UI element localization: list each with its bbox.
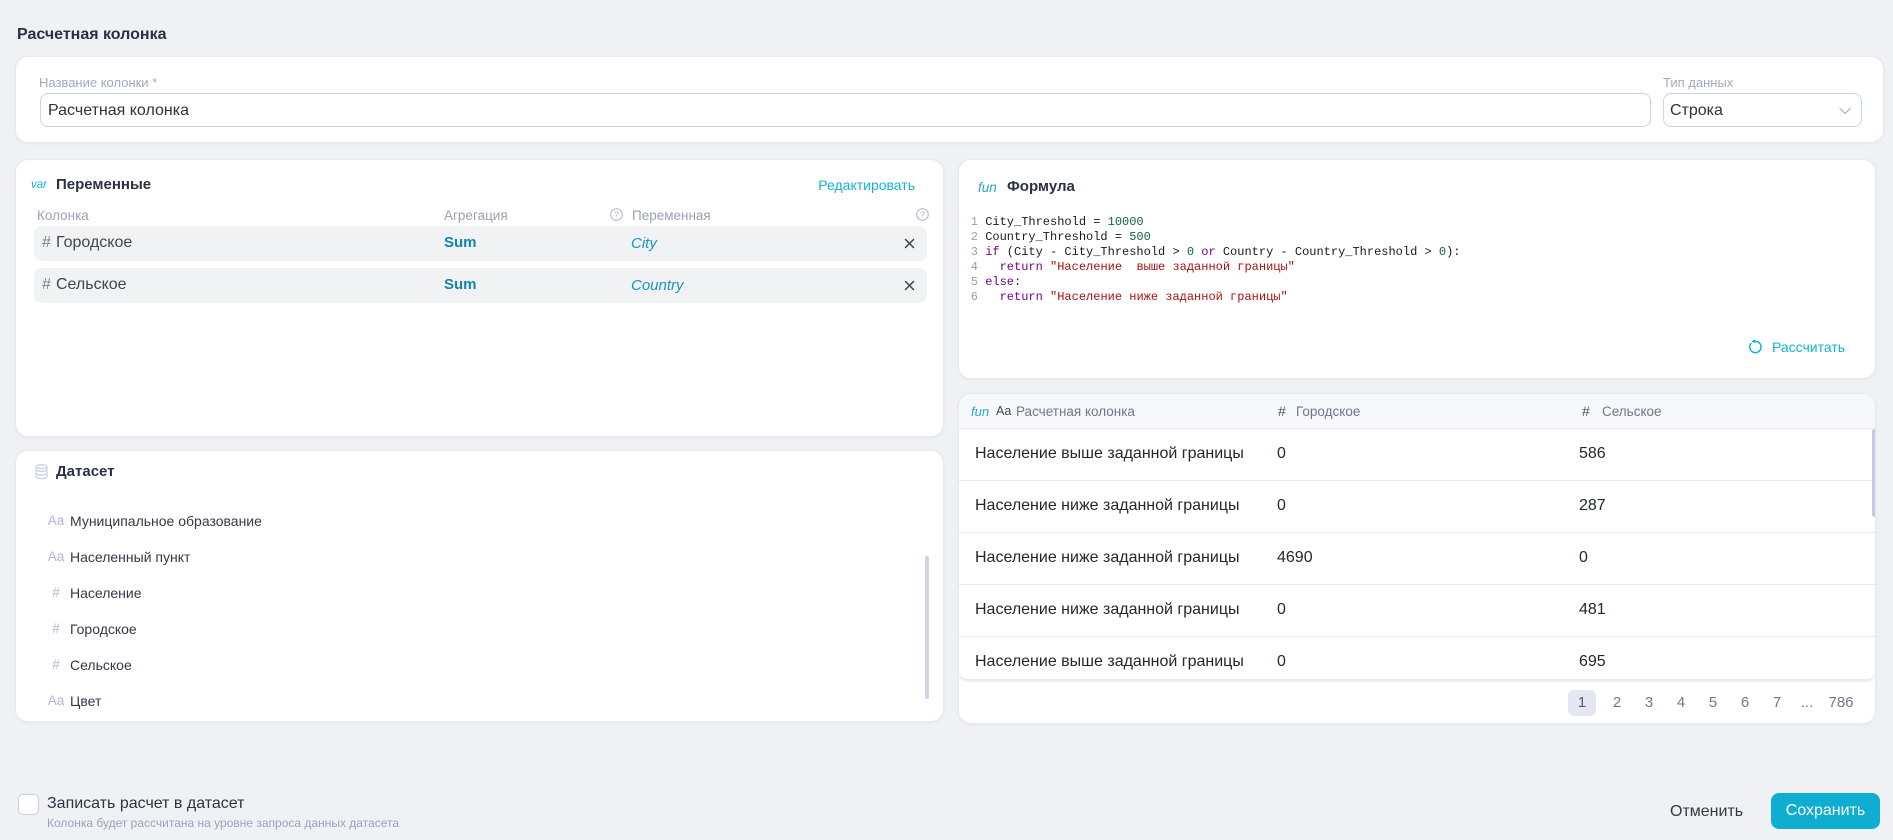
svg-text:?: ? (920, 209, 925, 219)
svg-text:?: ? (614, 209, 619, 219)
